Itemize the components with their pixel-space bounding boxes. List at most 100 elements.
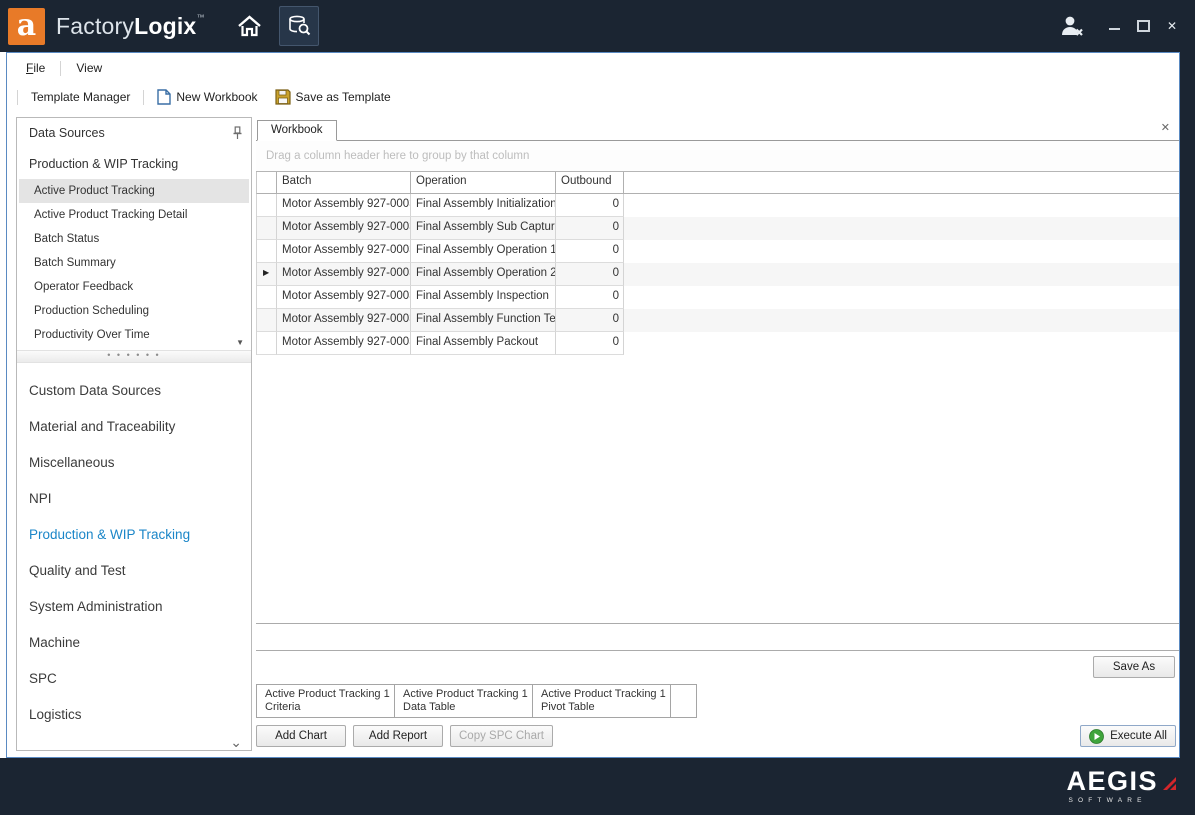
- cell-outbound[interactable]: 0: [556, 217, 624, 240]
- table-row[interactable]: Motor Assembly 927-0003 Final Assembly O…: [256, 240, 1179, 263]
- cell-batch[interactable]: Motor Assembly 927-0003: [277, 263, 411, 286]
- menu-file-rest: ile: [33, 61, 45, 75]
- tab-workbook[interactable]: Workbook: [257, 120, 337, 141]
- category-spc[interactable]: SPC: [17, 661, 251, 697]
- minimize-button[interactable]: [1109, 28, 1120, 30]
- add-report-button[interactable]: Add Report: [353, 725, 443, 747]
- save-as-template-button[interactable]: Save as Template: [271, 87, 395, 107]
- database-search-icon: [287, 14, 311, 38]
- cell-outbound[interactable]: 0: [556, 263, 624, 286]
- table-row[interactable]: Motor Assembly 927-0003 Final Assembly F…: [256, 309, 1179, 332]
- category-miscellaneous[interactable]: Miscellaneous: [17, 445, 251, 481]
- cell-batch[interactable]: Motor Assembly 927-0003: [277, 332, 411, 355]
- pin-icon[interactable]: [232, 126, 243, 140]
- group-by-bar[interactable]: Drag a column header here to group by th…: [256, 141, 1179, 172]
- tab-data-table[interactable]: Active Product Tracking 1 Data Table: [394, 684, 533, 718]
- category-system-administration[interactable]: System Administration: [17, 589, 251, 625]
- data-explorer-button[interactable]: [279, 6, 319, 46]
- source-item-active-product-tracking-detail[interactable]: Active Product Tracking Detail: [19, 203, 249, 227]
- row-indicator: [257, 286, 277, 309]
- cell-operation[interactable]: Final Assembly Function Test: [411, 309, 556, 332]
- table-row[interactable]: Motor Assembly 927-0003 Final Assembly I…: [256, 286, 1179, 309]
- title-bar: a FactoryLogix™: [0, 0, 1195, 52]
- close-button[interactable]: ✕: [1167, 20, 1177, 32]
- data-sources-title: Data Sources: [29, 126, 232, 140]
- tab-criteria[interactable]: Active Product Tracking 1 Criteria: [256, 684, 395, 718]
- cell-batch[interactable]: Motor Assembly 927-0003: [277, 240, 411, 263]
- table-row-focused[interactable]: ▶ Motor Assembly 927-0003 Final Assembly…: [256, 263, 1179, 286]
- category-logistics[interactable]: Logistics: [17, 697, 251, 733]
- scroll-down-arrow-icon[interactable]: ▼: [236, 338, 244, 347]
- tab-pivot-table[interactable]: Active Product Tracking 1 Pivot Table: [532, 684, 671, 718]
- tab-criteria-line1: Active Product Tracking 1: [265, 688, 394, 701]
- cell-batch[interactable]: Motor Assembly 927-0003: [277, 194, 411, 217]
- cell-operation[interactable]: Final Assembly Initialization: [411, 194, 556, 217]
- data-source-list: Active Product Tracking Active Product T…: [17, 179, 251, 350]
- logoff-button[interactable]: [1057, 11, 1087, 41]
- category-machine[interactable]: Machine: [17, 625, 251, 661]
- header-batch[interactable]: Batch: [277, 172, 411, 193]
- right-frame-strip: [1180, 52, 1195, 758]
- home-icon: [236, 14, 263, 38]
- cell-operation[interactable]: Final Assembly Inspection: [411, 286, 556, 309]
- window-controls: ✕: [1057, 11, 1183, 41]
- section-title-production-wip: Production & WIP Tracking: [17, 142, 251, 179]
- category-list: Custom Data Sources Material and Traceab…: [17, 363, 251, 750]
- save-as-row: Save As: [256, 651, 1179, 684]
- maximize-button[interactable]: [1137, 20, 1150, 32]
- row-indicator: [257, 194, 277, 217]
- home-button[interactable]: [233, 9, 267, 43]
- template-manager-button[interactable]: Template Manager: [27, 88, 134, 106]
- cell-batch[interactable]: Motor Assembly 927-0003: [277, 217, 411, 240]
- header-operation[interactable]: Operation: [411, 172, 556, 193]
- category-material-and-traceability[interactable]: Material and Traceability: [17, 409, 251, 445]
- table-row[interactable]: Motor Assembly 927-0003 Final Assembly I…: [256, 194, 1179, 217]
- table-row[interactable]: Motor Assembly 927-0003 Final Assembly P…: [256, 332, 1179, 355]
- save-as-button[interactable]: Save As: [1093, 656, 1175, 678]
- row-indicator: [257, 217, 277, 240]
- source-item-operator-feedback[interactable]: Operator Feedback: [19, 275, 249, 299]
- brand-part-1: Factory: [56, 13, 134, 39]
- category-quality-and-test[interactable]: Quality and Test: [17, 553, 251, 589]
- source-item-batch-summary[interactable]: Batch Summary: [19, 251, 249, 275]
- cell-outbound[interactable]: 0: [556, 309, 624, 332]
- cell-batch[interactable]: Motor Assembly 927-0003: [277, 286, 411, 309]
- cell-outbound[interactable]: 0: [556, 240, 624, 263]
- table-row[interactable]: Motor Assembly 927-0003 Final Assembly S…: [256, 217, 1179, 240]
- add-chart-button[interactable]: Add Chart: [256, 725, 346, 747]
- source-item-active-product-tracking[interactable]: Active Product Tracking: [19, 179, 249, 203]
- row-focus-arrow-icon: ▶: [257, 263, 277, 286]
- cell-outbound[interactable]: 0: [556, 332, 624, 355]
- source-item-productivity-over-time[interactable]: Productivity Over Time: [19, 323, 249, 347]
- cell-outbound[interactable]: 0: [556, 194, 624, 217]
- aegis-brand-text: AEGIS: [1066, 769, 1158, 794]
- category-production-wip-tracking[interactable]: Production & WIP Tracking: [17, 517, 251, 553]
- cell-operation[interactable]: Final Assembly Operation 1: [411, 240, 556, 263]
- app-logo-icon: a: [8, 8, 45, 45]
- header-outbound[interactable]: Outbound: [556, 172, 624, 193]
- panel-splitter[interactable]: • • • • • •: [17, 350, 251, 363]
- new-workbook-button[interactable]: New Workbook: [153, 87, 261, 107]
- cell-operation[interactable]: Final Assembly Sub Capture: [411, 217, 556, 240]
- cell-outbound[interactable]: 0: [556, 286, 624, 309]
- cell-operation[interactable]: Final Assembly Operation 2: [411, 263, 556, 286]
- save-as-template-label: Save as Template: [296, 90, 391, 104]
- cell-batch[interactable]: Motor Assembly 927-0003: [277, 309, 411, 332]
- aegis-logo: AEGIS SOFTWARE: [1066, 769, 1178, 804]
- menu-separator: [60, 61, 61, 76]
- source-item-batch-status[interactable]: Batch Status: [19, 227, 249, 251]
- menu-view[interactable]: View: [71, 58, 107, 78]
- chevron-down-icon[interactable]: ⌄: [230, 735, 242, 749]
- category-custom-data-sources[interactable]: Custom Data Sources: [17, 373, 251, 409]
- tab-data-table-line1: Active Product Tracking 1: [403, 688, 532, 701]
- menu-file[interactable]: File: [21, 58, 50, 78]
- cell-operation[interactable]: Final Assembly Packout: [411, 332, 556, 355]
- workbook-area: Workbook ✕ Drag a column header here to …: [256, 117, 1179, 751]
- close-tab-icon[interactable]: ✕: [1161, 121, 1170, 134]
- source-item-production-scheduling[interactable]: Production Scheduling: [19, 299, 249, 323]
- footer-bar: AEGIS SOFTWARE: [0, 758, 1195, 815]
- execute-all-button[interactable]: Execute All: [1080, 725, 1176, 747]
- header-row-indicator: [257, 172, 277, 193]
- category-npi[interactable]: NPI: [17, 481, 251, 517]
- new-workbook-label: New Workbook: [176, 90, 257, 104]
